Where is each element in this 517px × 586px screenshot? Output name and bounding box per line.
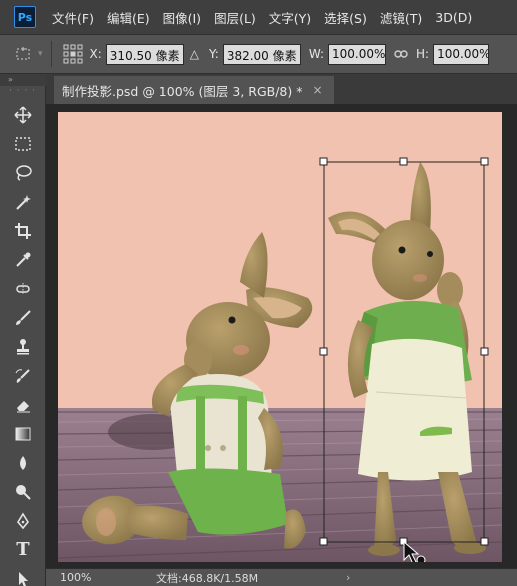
healing-brush-icon[interactable] (0, 274, 46, 303)
document-tab[interactable]: 制作投影.psd @ 100% (图层 3, RGB/8) * × (54, 76, 334, 104)
eyedropper-icon[interactable] (0, 245, 46, 274)
menu-layer[interactable]: 图层(L) (214, 8, 256, 27)
crop-icon[interactable] (0, 216, 46, 245)
width-field[interactable]: 100.00% (328, 43, 387, 65)
tools-panel-grip[interactable]: » (0, 74, 46, 86)
gradient-icon[interactable] (0, 419, 46, 448)
magic-wand-icon[interactable] (0, 187, 46, 216)
close-tab-icon[interactable]: × (312, 83, 322, 97)
w-label: W: (308, 47, 325, 61)
status-bar: 100% 文档:468.8K/1.58M › (46, 568, 517, 586)
tools-panel: · · · · T (0, 86, 46, 586)
transform-tool-icon[interactable] (10, 43, 36, 65)
photoshop-logo: Ps (14, 6, 36, 28)
blur-icon[interactable] (0, 448, 46, 477)
document-size: 文档:468.8K/1.58M (156, 571, 259, 585)
separator (50, 41, 52, 67)
y-label: Y: (209, 47, 219, 61)
options-bar: ▾ X: 310.50 像素 △ Y: 382.00 像素 W: 100.00%… (0, 34, 517, 74)
canvas-artwork (58, 112, 502, 562)
dodge-icon[interactable] (0, 477, 46, 506)
document-tab-title: 制作投影.psd @ 100% (图层 3, RGB/8) * (62, 83, 303, 99)
type-icon[interactable]: T (0, 535, 46, 564)
zoom-level[interactable]: 100% (60, 571, 130, 584)
h-label: H: (416, 47, 430, 61)
menu-type[interactable]: 文字(Y) (269, 8, 311, 27)
move-icon[interactable] (0, 100, 46, 129)
menu-image[interactable]: 图像(I) (163, 8, 201, 27)
menu-file[interactable]: 文件(F) (52, 8, 94, 27)
height-field[interactable]: 100.00% (433, 43, 490, 65)
history-brush-icon[interactable] (0, 361, 46, 390)
status-menu-arrow-icon[interactable]: › (346, 571, 350, 584)
canvas-area (46, 104, 517, 568)
panel-handle[interactable]: · · · · (0, 86, 45, 100)
reference-point-grid-icon[interactable] (60, 43, 86, 65)
menu-filter[interactable]: 滤镜(T) (380, 8, 422, 27)
chain-link-icon[interactable] (394, 49, 408, 59)
x-position-field[interactable]: 310.50 像素 (105, 43, 184, 65)
photoshop-window: Ps 文件(F) 编辑(E) 图像(I) 图层(L) 文字(Y) 选择(S) 滤… (0, 0, 517, 586)
menu-3d[interactable]: 3D(D) (435, 10, 472, 25)
document-canvas[interactable] (58, 112, 502, 562)
document-tab-strip: 制作投影.psd @ 100% (图层 3, RGB/8) * × (46, 74, 517, 104)
x-label: X: (89, 47, 102, 61)
menu-bar: Ps 文件(F) 编辑(E) 图像(I) 图层(L) 文字(Y) 选择(S) 滤… (0, 0, 517, 34)
delta-icon[interactable]: △ (190, 47, 199, 61)
marquee-icon[interactable] (0, 129, 46, 158)
menu-edit[interactable]: 编辑(E) (107, 8, 150, 27)
eraser-icon[interactable] (0, 390, 46, 419)
lasso-icon[interactable] (0, 158, 46, 187)
path-select-icon[interactable] (0, 564, 46, 586)
y-position-field[interactable]: 382.00 像素 (222, 43, 301, 65)
menu-select[interactable]: 选择(S) (324, 8, 367, 27)
brush-icon[interactable] (0, 303, 46, 332)
clone-stamp-icon[interactable] (0, 332, 46, 361)
pen-icon[interactable] (0, 506, 46, 535)
